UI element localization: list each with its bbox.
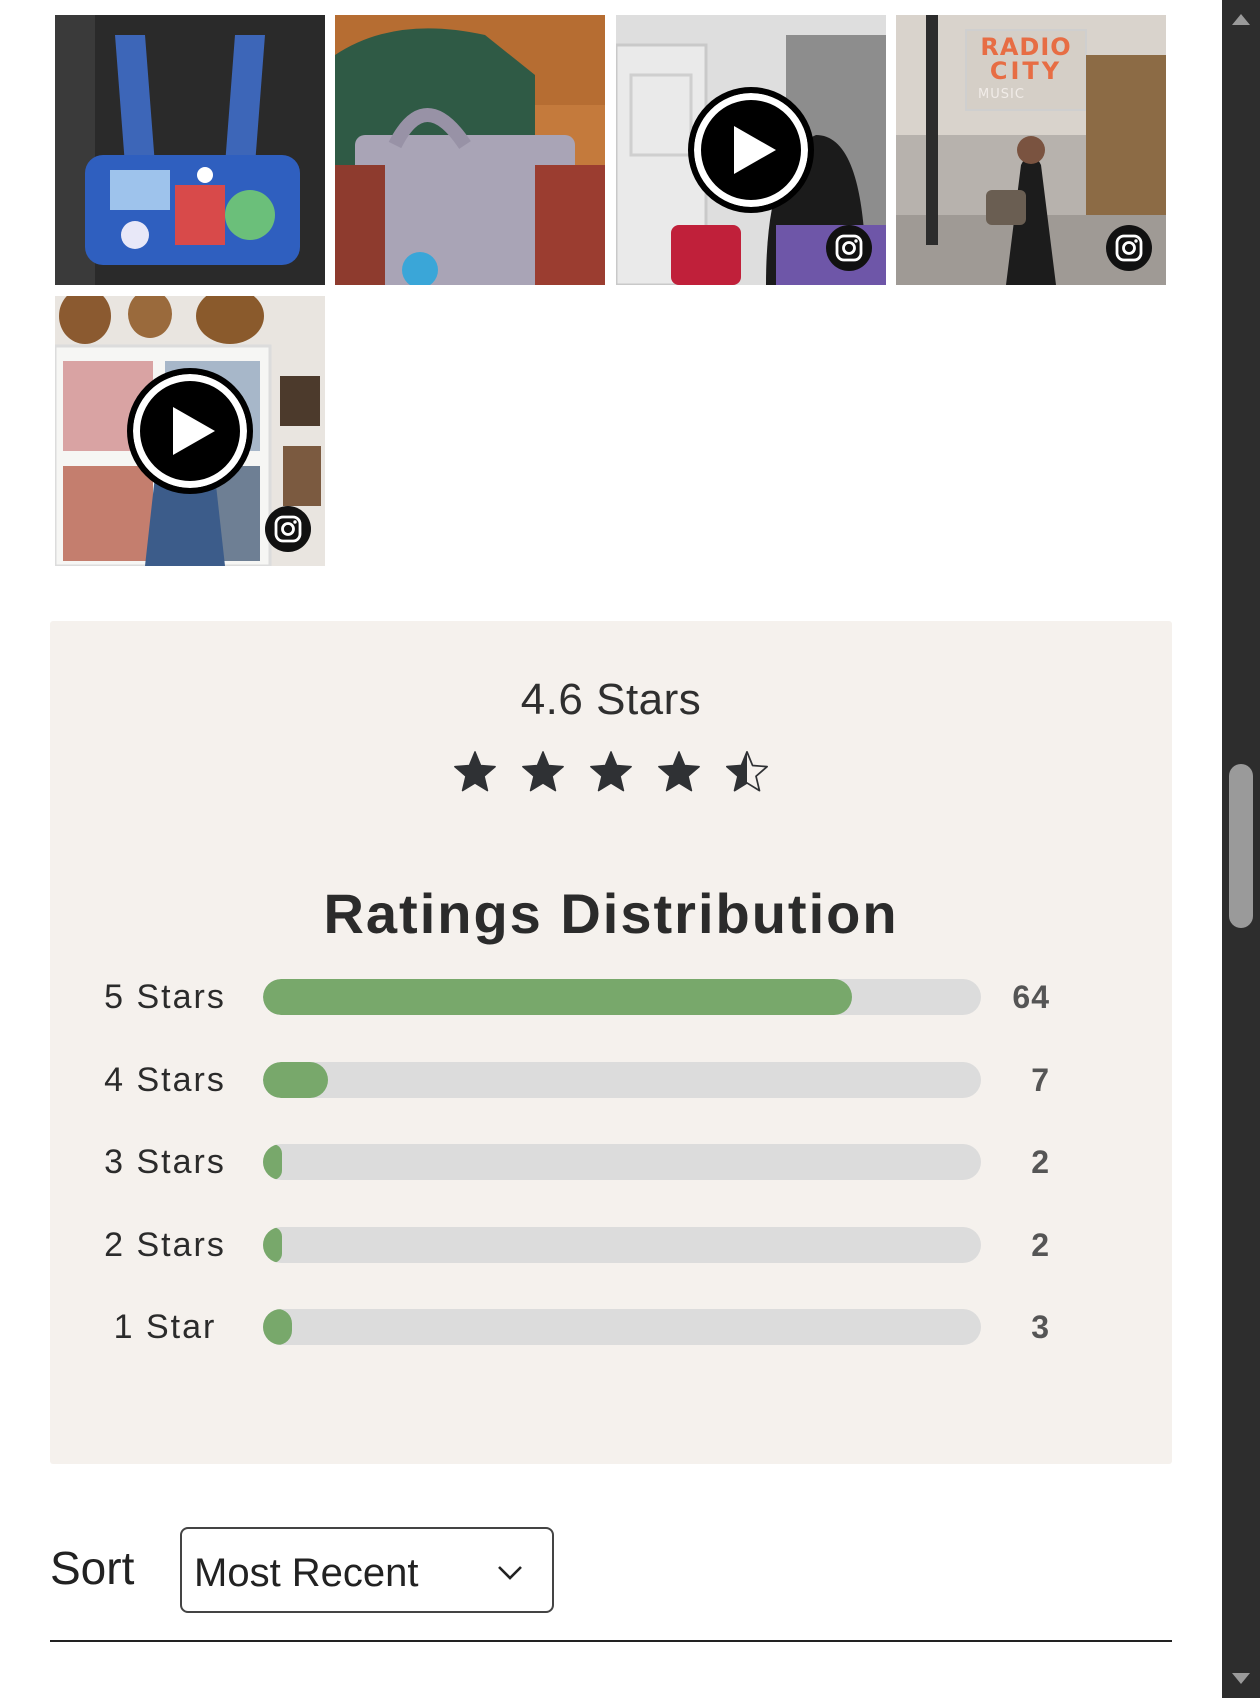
gallery-tile-bookshelf-video[interactable] xyxy=(55,296,325,566)
instagram-icon xyxy=(826,225,872,271)
sign-line-2: CITY xyxy=(989,57,1063,85)
sign-line-1: RADIO xyxy=(980,33,1072,61)
rating-row-count: 2 xyxy=(1031,1144,1050,1180)
rating-row-label: 3 Stars xyxy=(104,1143,226,1181)
instagram-icon xyxy=(1106,225,1152,271)
rating-bar-track xyxy=(263,1144,981,1180)
star-full-icon xyxy=(522,751,564,792)
average-stars xyxy=(50,749,1172,795)
rating-row-count: 7 xyxy=(1031,1062,1050,1098)
rating-row-count: 2 xyxy=(1031,1227,1050,1263)
rating-bar-fill xyxy=(263,979,852,1015)
star-full-icon xyxy=(658,751,700,792)
rating-row-5[interactable]: 5 Stars 64 xyxy=(50,977,1172,1017)
scroll-down-arrow-icon[interactable] xyxy=(1231,1672,1251,1686)
rating-row-count: 64 xyxy=(1012,979,1050,1015)
rating-row-label: 1 Star xyxy=(113,1308,217,1346)
rating-row-label: 4 Stars xyxy=(104,1061,226,1099)
scroll-up-arrow-icon[interactable] xyxy=(1231,12,1251,26)
ratings-distribution-title: Ratings Distribution xyxy=(323,882,899,945)
video-play-button[interactable] xyxy=(688,87,814,213)
rating-bar-fill xyxy=(263,1062,328,1098)
rating-row-4[interactable]: 4 Stars 7 xyxy=(50,1060,1172,1100)
rating-row-label: 2 Stars xyxy=(104,1226,226,1264)
ratings-summary-panel: 4.6 Stars Ratings Distribution 5 Stars 6… xyxy=(50,621,1172,1464)
scrollbar[interactable] xyxy=(1222,0,1260,1698)
rating-bar-fill xyxy=(263,1309,292,1345)
gallery-tile-blue-floral-duffel[interactable] xyxy=(55,15,325,285)
section-divider xyxy=(50,1640,1172,1642)
sign-line-3: MUSIC xyxy=(978,87,1025,102)
sort-label: Sort xyxy=(50,1542,135,1594)
rating-row-3[interactable]: 3 Stars 2 xyxy=(50,1142,1172,1182)
star-full-icon xyxy=(590,751,632,792)
rating-bar-track xyxy=(263,1227,981,1263)
rating-bar-fill xyxy=(263,1227,283,1263)
rating-row-1[interactable]: 1 Star 3 xyxy=(50,1307,1172,1347)
video-play-button[interactable] xyxy=(127,368,253,494)
instagram-icon xyxy=(265,506,311,552)
gallery-tile-red-handbag-door[interactable] xyxy=(616,15,886,285)
rating-row-label: 5 Stars xyxy=(104,978,226,1016)
lavender-quilted-bag-image xyxy=(335,15,605,285)
rating-bar-track xyxy=(263,1062,981,1098)
gallery-tile-lavender-quilted-bag[interactable] xyxy=(335,15,605,285)
rating-bar-track xyxy=(263,979,981,1015)
average-rating-text: 4.6 Stars xyxy=(520,675,702,724)
chevron-down-icon xyxy=(498,1566,522,1580)
scrollbar-thumb[interactable] xyxy=(1229,764,1253,928)
radio-city-sign: RADIO CITY MUSIC xyxy=(970,35,1082,107)
play-icon xyxy=(734,126,776,174)
star-half-icon xyxy=(726,751,768,792)
rating-bar-track xyxy=(263,1309,981,1345)
rating-bar-fill xyxy=(263,1144,283,1180)
sort-dropdown[interactable]: Most Recent xyxy=(180,1527,554,1613)
gallery-tile-radio-city-photo[interactable]: RADIO CITY MUSIC xyxy=(896,15,1166,285)
sort-selected-value: Most Recent xyxy=(194,1551,419,1595)
play-icon xyxy=(173,407,215,455)
star-full-icon xyxy=(454,751,496,792)
rating-row-count: 3 xyxy=(1031,1309,1050,1345)
blue-floral-duffel-image xyxy=(55,15,325,285)
rating-row-2[interactable]: 2 Stars 2 xyxy=(50,1225,1172,1265)
